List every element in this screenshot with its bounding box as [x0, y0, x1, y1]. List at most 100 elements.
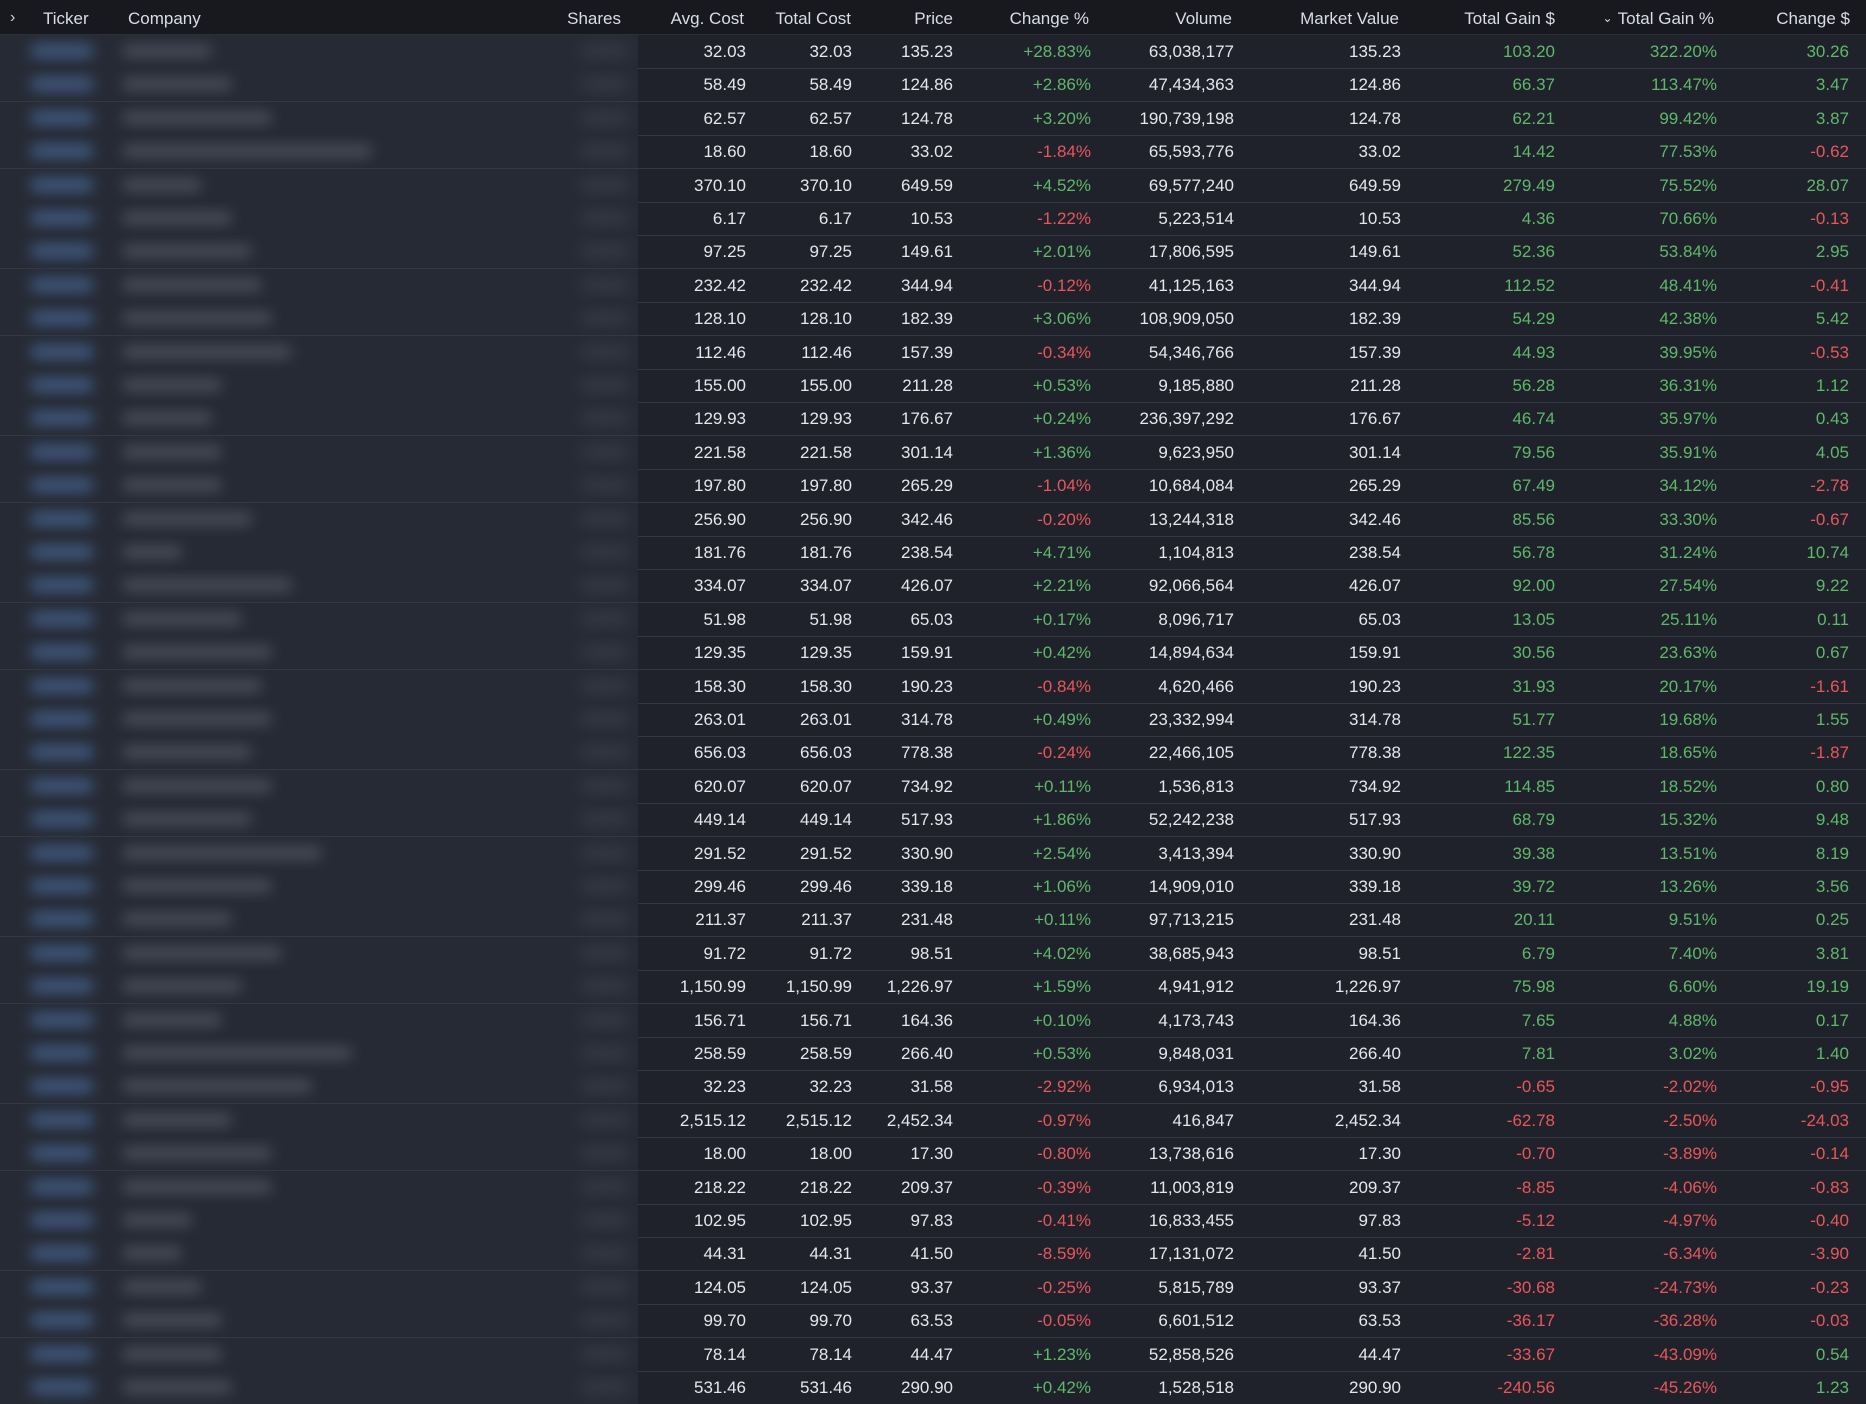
table-row[interactable]: 334.07 334.07 426.07 +2.21% 92,066,564 426.07…	[0, 569, 1866, 604]
redacted-region	[0, 302, 638, 336]
table-row[interactable]: 158.30 158.30 190.23 -0.84% 4,620,466 190.23 3…	[0, 669, 1866, 704]
cell-total-gain-pct: 113.47%	[1651, 75, 1717, 95]
redacted-company	[122, 1381, 232, 1393]
cell-market-value: 149.61	[1349, 242, 1401, 262]
table-row[interactable]: 2,515.12 2,515.12 2,452.34 -0.97% 416,847 2,4…	[0, 1103, 1866, 1138]
redacted-region	[0, 402, 638, 436]
cell-market-value: 649.59	[1349, 175, 1401, 195]
cell-market-value: 41.50	[1358, 1244, 1401, 1264]
redacted-region	[0, 1003, 638, 1037]
table-row[interactable]: 99.70 99.70 63.53 -0.05% 6,601,512 63.53 -36.1…	[0, 1304, 1866, 1339]
cell-volume: 108,909,050	[1139, 309, 1234, 329]
column-header-avg-cost[interactable]: Avg. Cost	[671, 9, 744, 29]
table-row[interactable]: 18.60 18.60 33.02 -1.84% 65,593,776 33.02 14.4…	[0, 135, 1866, 170]
table-row[interactable]: 91.72 91.72 98.51 +4.02% 38,685,943 98.51 6.79…	[0, 936, 1866, 971]
table-row[interactable]: 181.76 181.76 238.54 +4.71% 1,104,813 238.54 5…	[0, 536, 1866, 570]
table-row[interactable]: 211.37 211.37 231.48 +0.11% 97,713,215 231.48…	[0, 903, 1866, 938]
table-row[interactable]: 299.46 299.46 339.18 +1.06% 14,909,010 339.18…	[0, 870, 1866, 904]
cell-total-gain-pct: -43.09%	[1653, 1344, 1717, 1364]
table-row[interactable]: 370.10 370.10 649.59 +4.52% 69,577,240 649.59…	[0, 168, 1866, 203]
cell-change-pct: -0.39%	[1037, 1177, 1091, 1197]
table-row[interactable]: 620.07 620.07 734.92 +0.11% 1,536,813 734.92 1…	[0, 769, 1866, 804]
cell-volume: 416,847	[1172, 1110, 1234, 1130]
table-row[interactable]: 78.14 78.14 44.47 +1.23% 52,858,526 44.47 -33.…	[0, 1337, 1866, 1372]
cell-change-pct: +0.42%	[1032, 1378, 1091, 1397]
redacted-shares	[580, 1214, 630, 1226]
table-row[interactable]: 32.03 32.03 135.23 +28.83% 63,038,177 135.23 1…	[0, 35, 1866, 69]
cell-price: 517.93	[901, 810, 953, 830]
cell-change-pct: +0.49%	[1032, 710, 1091, 729]
cell-total-gain-pct: -24.73%	[1653, 1277, 1717, 1297]
table-row[interactable]: 221.58 221.58 301.14 +1.36% 9,623,950 301.14 7…	[0, 435, 1866, 470]
redacted-company	[122, 846, 322, 859]
column-header-change-pct[interactable]: Change %	[1010, 9, 1089, 29]
cell-total-cost: 370.10	[800, 175, 852, 195]
redacted-region	[0, 235, 638, 269]
cell-avg-cost: 155.00	[694, 376, 746, 395]
cell-price: 44.47	[910, 1344, 953, 1364]
table-row[interactable]: 44.31 44.31 41.50 -8.59% 17,131,072 41.50 -2.8…	[0, 1237, 1866, 1272]
cell-total-gain-usd: 31.93	[1512, 676, 1555, 696]
column-header-price[interactable]: Price	[914, 9, 953, 29]
table-row[interactable]: 218.22 218.22 209.37 -0.39% 11,003,819 209.37…	[0, 1170, 1866, 1205]
chevron-right-icon[interactable]: ›	[10, 9, 15, 27]
cell-total-cost: 44.31	[809, 1244, 852, 1264]
table-row[interactable]: 128.10 128.10 182.39 +3.06% 108,909,050 182.3…	[0, 302, 1866, 337]
table-row[interactable]: 449.14 449.14 517.93 +1.86% 52,242,238 517.93…	[0, 803, 1866, 838]
table-row[interactable]: 124.05 124.05 93.37 -0.25% 5,815,789 93.37 -30…	[0, 1270, 1866, 1305]
column-header-change-usd[interactable]: Change $	[1776, 9, 1850, 29]
cell-volume: 13,738,616	[1148, 1144, 1234, 1164]
cell-total-gain-pct: 322.20%	[1649, 42, 1717, 61]
table-row[interactable]: 656.03 656.03 778.38 -0.24% 22,466,105 778.38…	[0, 736, 1866, 771]
column-header-ticker[interactable]: Ticker	[43, 9, 89, 29]
table-row[interactable]: 58.49 58.49 124.86 +2.86% 47,434,363 124.86 66…	[0, 68, 1866, 103]
column-header-total-cost[interactable]: Total Cost	[775, 9, 851, 29]
cell-total-cost: 124.05	[800, 1277, 852, 1297]
column-header-total-gain-usd[interactable]: Total Gain $	[1464, 9, 1555, 29]
cell-total-cost: 291.52	[800, 843, 852, 863]
table-row[interactable]: 197.80 197.80 265.29 -1.04% 10,684,084 265.29…	[0, 469, 1866, 504]
column-header-shares[interactable]: Shares	[567, 9, 621, 29]
table-row[interactable]: 32.23 32.23 31.58 -2.92% 6,934,013 31.58 -0.65…	[0, 1070, 1866, 1105]
cell-volume: 17,131,072	[1148, 1244, 1234, 1264]
table-row[interactable]: 97.25 97.25 149.61 +2.01% 17,806,595 149.61 52…	[0, 235, 1866, 270]
cell-total-cost: 51.98	[809, 609, 852, 629]
table-row[interactable]: 129.93 129.93 176.67 +0.24% 236,397,292 176.6…	[0, 402, 1866, 437]
cell-total-gain-usd: 103.20	[1503, 42, 1555, 61]
redacted-company	[122, 913, 232, 926]
table-row[interactable]: 102.95 102.95 97.83 -0.41% 16,833,455 97.83 -5…	[0, 1204, 1866, 1238]
table-row[interactable]: 1,150.99 1,150.99 1,226.97 +1.59% 4,941,912 1…	[0, 970, 1866, 1005]
table-row[interactable]: 256.90 256.90 342.46 -0.20% 13,244,318 342.46…	[0, 502, 1866, 537]
table-row[interactable]: 129.35 129.35 159.91 +0.42% 14,894,634 159.91…	[0, 636, 1866, 671]
table-row[interactable]: 263.01 263.01 314.78 +0.49% 23,332,994 314.78…	[0, 703, 1866, 737]
cell-avg-cost: 129.35	[694, 643, 746, 663]
cell-market-value: 290.90	[1349, 1378, 1401, 1397]
table-row[interactable]: 51.98 51.98 65.03 +0.17% 8,096,717 65.03 13.05…	[0, 602, 1866, 637]
cell-volume: 54,346,766	[1148, 342, 1234, 362]
column-header-company[interactable]: Company	[128, 9, 201, 29]
table-row[interactable]: 6.17 6.17 10.53 -1.22% 5,223,514 10.53 4.36 70.…	[0, 202, 1866, 236]
cell-total-gain-usd: 79.56	[1512, 442, 1555, 462]
table-row[interactable]: 232.42 232.42 344.94 -0.12% 41,125,163 344.94…	[0, 268, 1866, 303]
cell-total-gain-usd: 7.81	[1521, 1044, 1555, 1063]
cell-total-gain-pct: 48.41%	[1659, 275, 1717, 295]
table-row[interactable]: 258.59 258.59 266.40 +0.53% 9,848,031 266.40 7…	[0, 1037, 1866, 1071]
table-row[interactable]: 112.46 112.46 157.39 -0.34% 54,346,766 157.39…	[0, 335, 1866, 370]
table-row[interactable]: 62.57 62.57 124.78 +3.20% 190,739,198 124.78 6…	[0, 101, 1866, 136]
cell-total-gain-pct: 35.91%	[1659, 442, 1717, 462]
cell-total-gain-usd: 46.74	[1512, 409, 1555, 429]
column-header-total-gain-pct-label: Total Gain %	[1617, 9, 1714, 28]
cell-change-pct: -1.04%	[1037, 476, 1091, 496]
redacted-company	[122, 379, 222, 391]
table-row[interactable]: 291.52 291.52 330.90 +2.54% 3,413,394 330.90 3…	[0, 836, 1866, 871]
table-row[interactable]: 18.00 18.00 17.30 -0.80% 13,738,616 17.30 -0.7…	[0, 1137, 1866, 1172]
column-header-volume[interactable]: Volume	[1175, 9, 1232, 29]
table-row[interactable]: 156.71 156.71 164.36 +0.10% 4,173,743 164.36 7…	[0, 1003, 1866, 1038]
redacted-shares	[580, 646, 630, 659]
column-header-total-gain-pct[interactable]: ⌄ Total Gain %	[1603, 9, 1714, 29]
cell-total-cost: 129.93	[800, 409, 852, 429]
column-header-market-value[interactable]: Market Value	[1300, 9, 1399, 29]
cell-total-gain-usd: -62.78	[1506, 1110, 1555, 1130]
table-row[interactable]: 155.00 155.00 211.28 +0.53% 9,185,880 211.28 5…	[0, 369, 1866, 403]
table-row[interactable]: 531.46 531.46 290.90 +0.42% 1,528,518 290.90 -…	[0, 1371, 1866, 1404]
